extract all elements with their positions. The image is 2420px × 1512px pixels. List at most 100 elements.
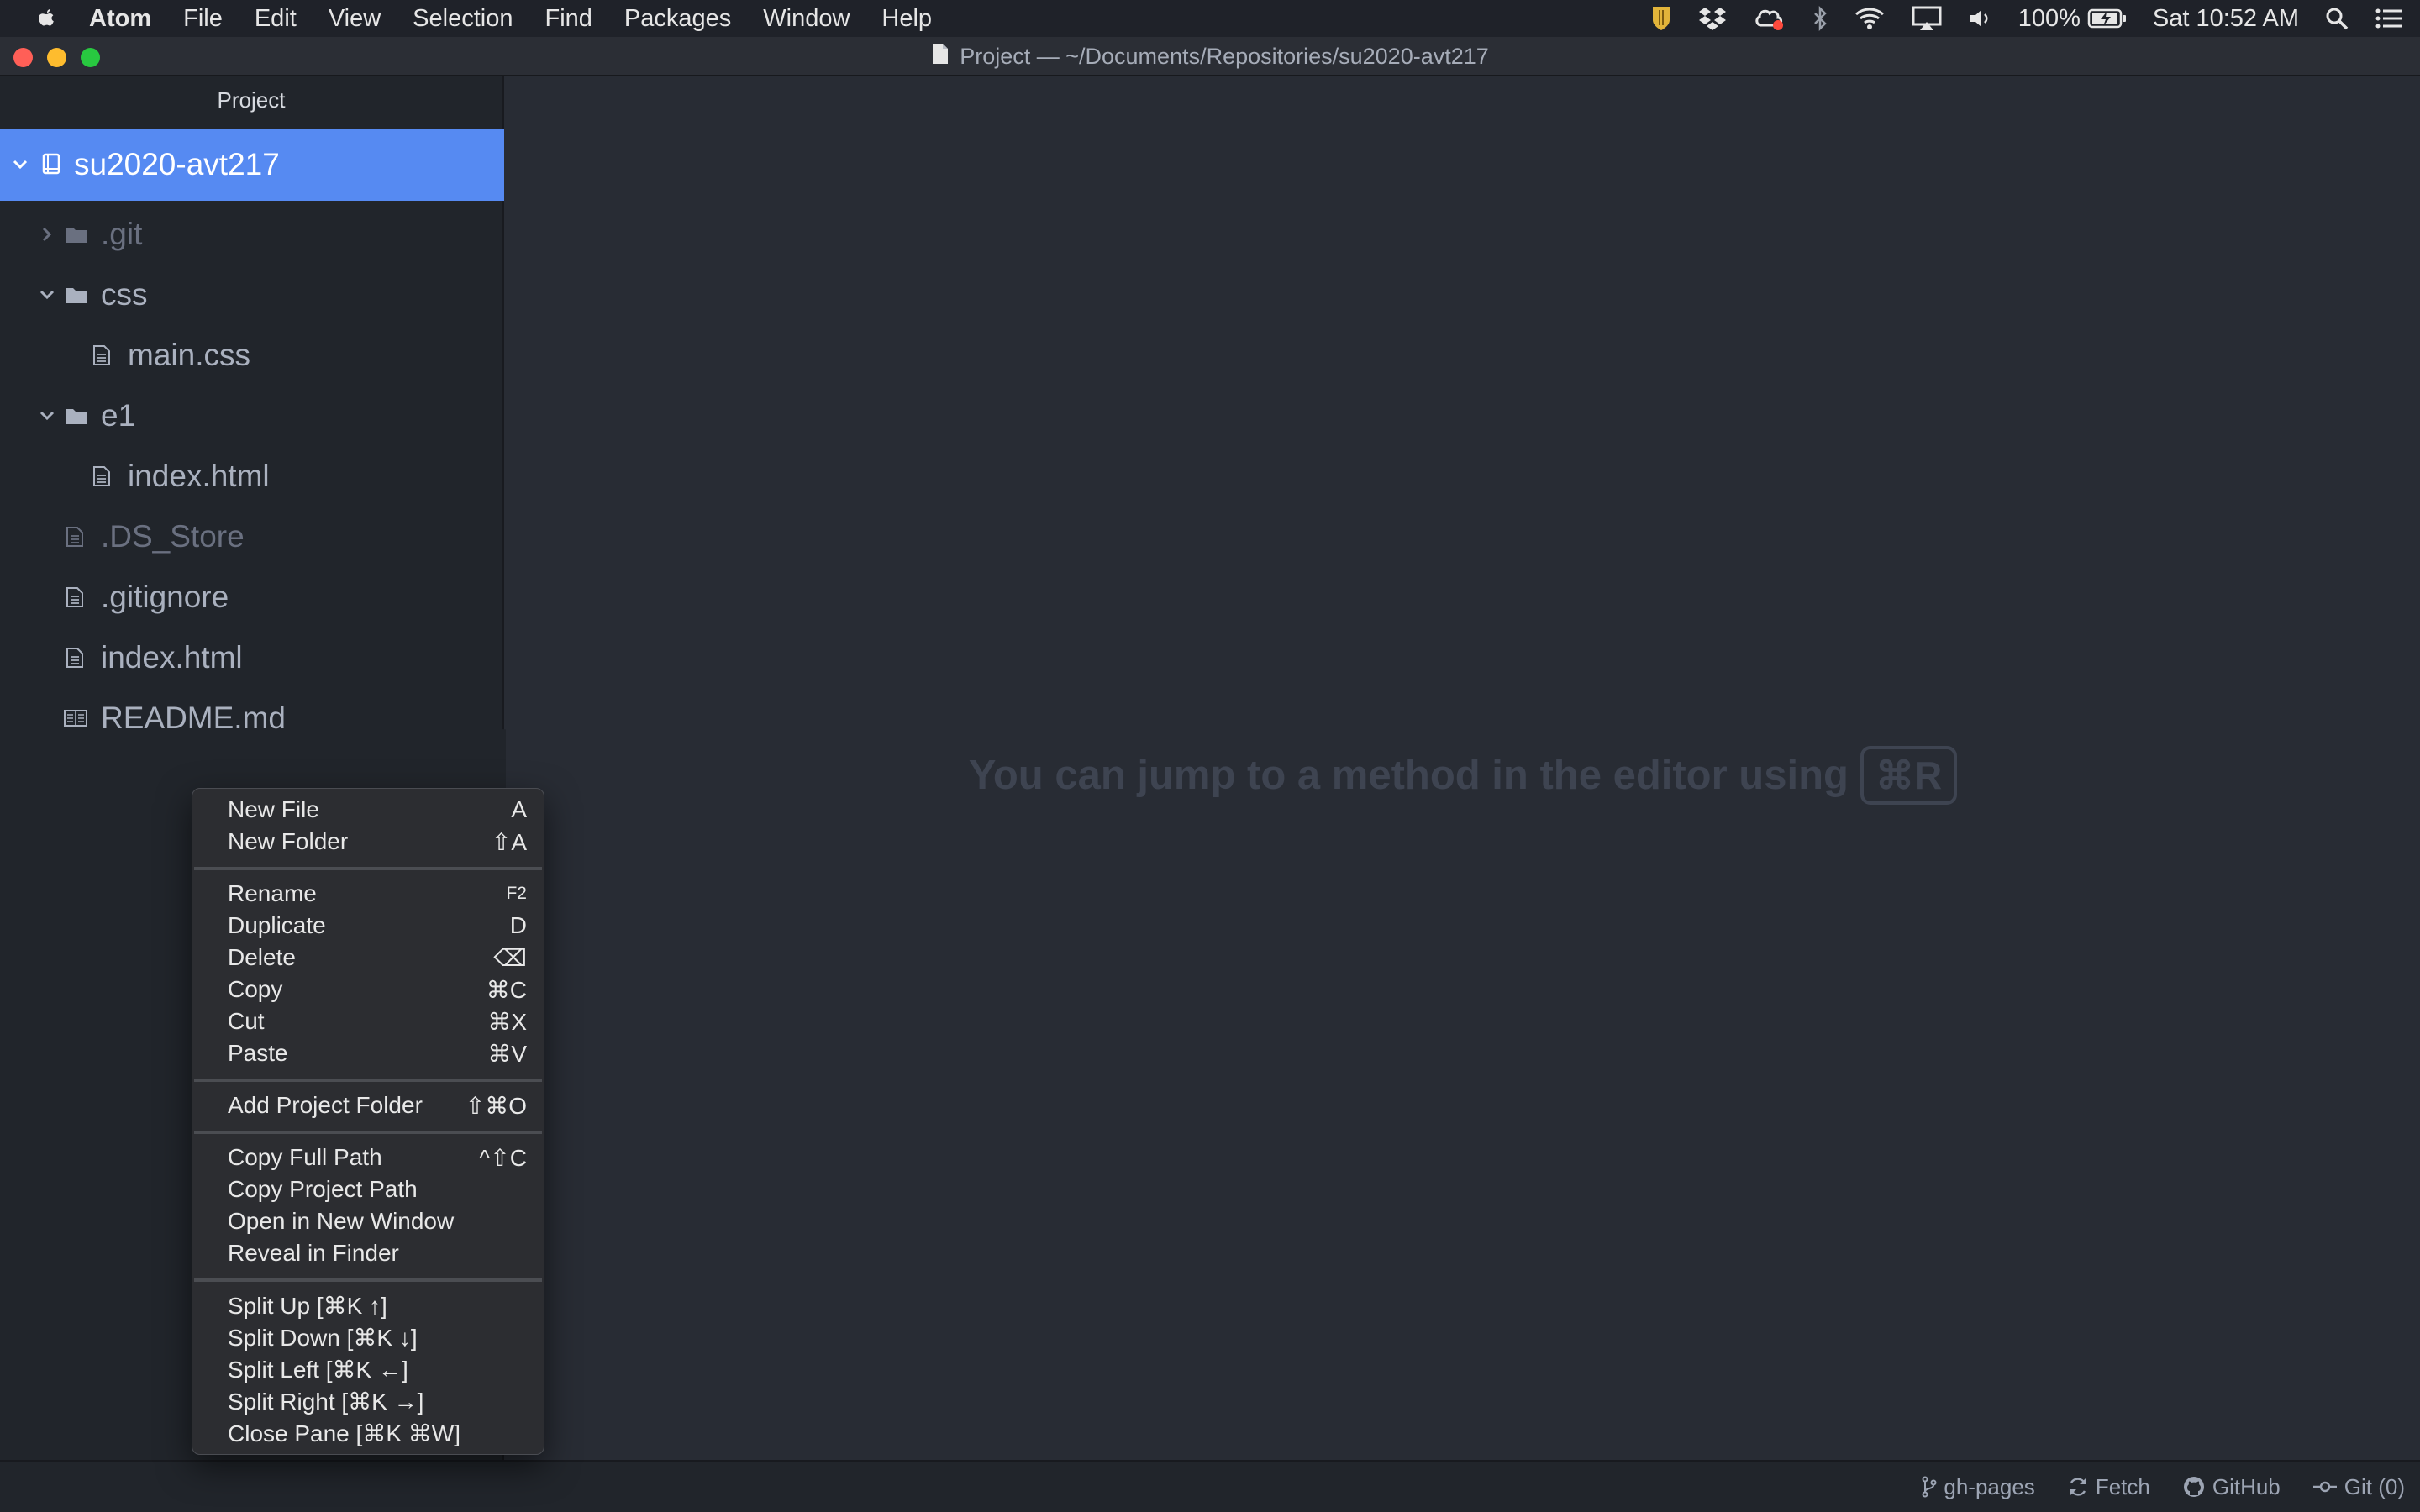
bluetooth-icon[interactable] [1812, 5, 1828, 32]
sync-icon [2070, 1478, 2086, 1496]
macos-menu-bar: Atom File Edit View Selection Find Packa… [0, 0, 2420, 37]
menu-item-label: New Folder [228, 828, 349, 854]
chevron-down-icon[interactable] [2, 159, 39, 171]
git-button[interactable]: Git (0) [2312, 1474, 2405, 1500]
welcome-hint: You can jump to a method in the editor u… [506, 742, 2420, 809]
file-text-icon [89, 465, 114, 487]
chevron-down-icon[interactable] [34, 410, 60, 422]
tree-file-index-html[interactable]: index.html [0, 627, 504, 688]
github-button[interactable]: GitHub [2182, 1474, 2281, 1500]
file-text-icon [62, 526, 87, 548]
chevron-right-icon[interactable] [34, 226, 60, 243]
menu-item-shortcut: F2 [506, 884, 527, 903]
menu-item-shortcut: ^⇧C [479, 1144, 527, 1171]
norton-icon[interactable] [1650, 5, 1672, 32]
branch-button[interactable]: gh-pages [1922, 1474, 2035, 1500]
dropbox-icon[interactable] [1697, 5, 1728, 32]
menu-item-shortcut: A [511, 796, 527, 822]
menu-item-cut[interactable]: Cut ⌘X [192, 1005, 545, 1037]
menu-packages[interactable]: Packages [624, 5, 731, 33]
fetch-button[interactable]: Fetch [2067, 1474, 2150, 1500]
menu-item-shortcut: ⇧⌘O [465, 1092, 527, 1119]
menu-item-shortcut: ⌫ [493, 944, 527, 971]
tree-item-label: main.css [128, 338, 250, 372]
tree-file-gitignore[interactable]: .gitignore [0, 567, 504, 627]
menu-item-copy[interactable]: Copy ⌘C [192, 974, 545, 1005]
menu-item-paste[interactable]: Paste ⌘V [192, 1037, 545, 1069]
menu-item-reveal-in-finder[interactable]: Reveal in Finder [192, 1237, 545, 1269]
notification-center-icon[interactable] [2375, 7, 2403, 30]
tree-root-folder[interactable]: su2020-avt217 [0, 129, 504, 201]
menu-window[interactable]: Window [763, 5, 850, 33]
menu-help[interactable]: Help [881, 5, 932, 33]
tree-file-main-css[interactable]: main.css [0, 325, 504, 386]
creative-cloud-icon[interactable] [1753, 5, 1786, 32]
menu-item-label: Reveal in Finder [228, 1240, 399, 1266]
menu-item-open-in-new-window[interactable]: Open in New Window [192, 1205, 545, 1237]
chevron-down-icon[interactable] [34, 289, 60, 301]
tree-folder-css[interactable]: css [0, 265, 504, 325]
menu-item-split-up[interactable]: Split Up [⌘K ↑] [192, 1289, 545, 1321]
menu-item-duplicate[interactable]: Duplicate D [192, 910, 545, 942]
menu-item-shortcut: ⌘V [487, 1040, 527, 1067]
menu-item-rename[interactable]: Rename F2 [192, 878, 545, 910]
clock[interactable]: Sat 10:52 AM [2153, 5, 2299, 33]
tree-folder-git[interactable]: .git [0, 204, 504, 265]
menu-item-shortcut: ⌘X [487, 1008, 527, 1035]
battery-icon [2087, 8, 2126, 29]
tree-file-e1-index-html[interactable]: index.html [0, 446, 504, 507]
menu-find[interactable]: Find [544, 5, 592, 33]
menu-item-label: Split Up [⌘K ↑] [228, 1292, 387, 1319]
volume-icon[interactable] [1968, 6, 1993, 31]
menu-separator [194, 1131, 542, 1134]
menu-item-label: Paste [228, 1040, 288, 1066]
menu-item-label: Copy [228, 976, 283, 1002]
tree-folder-e1[interactable]: e1 [0, 386, 504, 446]
folder-icon [64, 225, 89, 244]
menu-separator [194, 1278, 542, 1282]
file-text-icon [62, 647, 87, 669]
tree-file-ds-store[interactable]: .DS_Store [0, 507, 504, 567]
file-text-icon [89, 344, 114, 366]
menu-file[interactable]: File [183, 5, 223, 33]
tree-context-menu: New File A New Folder ⇧A Rename F2 Dupli… [192, 788, 544, 1455]
spotlight-icon[interactable] [2324, 6, 2349, 31]
menu-view[interactable]: View [329, 5, 381, 33]
window-title-bar: Project — ~/Documents/Repositories/su202… [0, 37, 2420, 76]
file-text-icon [62, 586, 87, 608]
menu-item-new-folder[interactable]: New Folder ⇧A [192, 826, 545, 858]
menu-item-label: Split Down [⌘K ↓] [228, 1324, 418, 1351]
markdown-book-icon [62, 708, 89, 728]
menu-item-add-project-folder[interactable]: Add Project Folder ⇧⌘O [192, 1089, 545, 1121]
menu-item-copy-project-path[interactable]: Copy Project Path [192, 1173, 545, 1205]
menu-item-shortcut: ⇧A [491, 828, 527, 855]
editor-pane[interactable]: You can jump to a method in the editor u… [506, 76, 2420, 1460]
menu-app-atom[interactable]: Atom [89, 5, 151, 33]
menu-item-shortcut: ⌘C [486, 976, 527, 1003]
github-label: GitHub [2212, 1473, 2281, 1499]
root-folder-label: su2020-avt217 [74, 147, 280, 181]
menu-item-split-right[interactable]: Split Right [⌘K →] [192, 1385, 545, 1417]
menu-item-split-down[interactable]: Split Down [⌘K ↓] [192, 1321, 545, 1353]
menu-item-delete[interactable]: Delete ⌫ [192, 942, 545, 974]
window-title: Project — ~/Documents/Repositories/su202… [960, 43, 1489, 69]
folder-icon [64, 286, 89, 304]
menubar-status-area: 100% Sat 10:52 AM [1650, 0, 2403, 37]
repo-icon [39, 153, 64, 176]
airplay-icon[interactable] [1911, 5, 1943, 32]
menu-edit[interactable]: Edit [255, 5, 297, 33]
menu-item-copy-full-path[interactable]: Copy Full Path ^⇧C [192, 1142, 545, 1173]
menu-item-close-pane[interactable]: Close Pane [⌘K ⌘W] [192, 1417, 545, 1449]
menu-item-split-left[interactable]: Split Left [⌘K ←] [192, 1353, 545, 1385]
wifi-icon[interactable] [1854, 6, 1886, 31]
menu-item-label: Cut [228, 1008, 265, 1034]
apple-menu-icon[interactable] [37, 8, 55, 29]
menu-item-label: Duplicate [228, 912, 326, 938]
hint-shortcut-key: ⌘R [1860, 746, 1958, 805]
status-bar-right: gh-pages Fetch GitHub Git (0) [1922, 1462, 2405, 1512]
menu-item-new-file[interactable]: New File A [192, 794, 545, 826]
menu-selection[interactable]: Selection [413, 5, 513, 33]
battery-status[interactable]: 100% [2018, 5, 2128, 33]
tree-file-readme[interactable]: README.md [0, 688, 504, 748]
tree-item-label: css [101, 277, 148, 312]
